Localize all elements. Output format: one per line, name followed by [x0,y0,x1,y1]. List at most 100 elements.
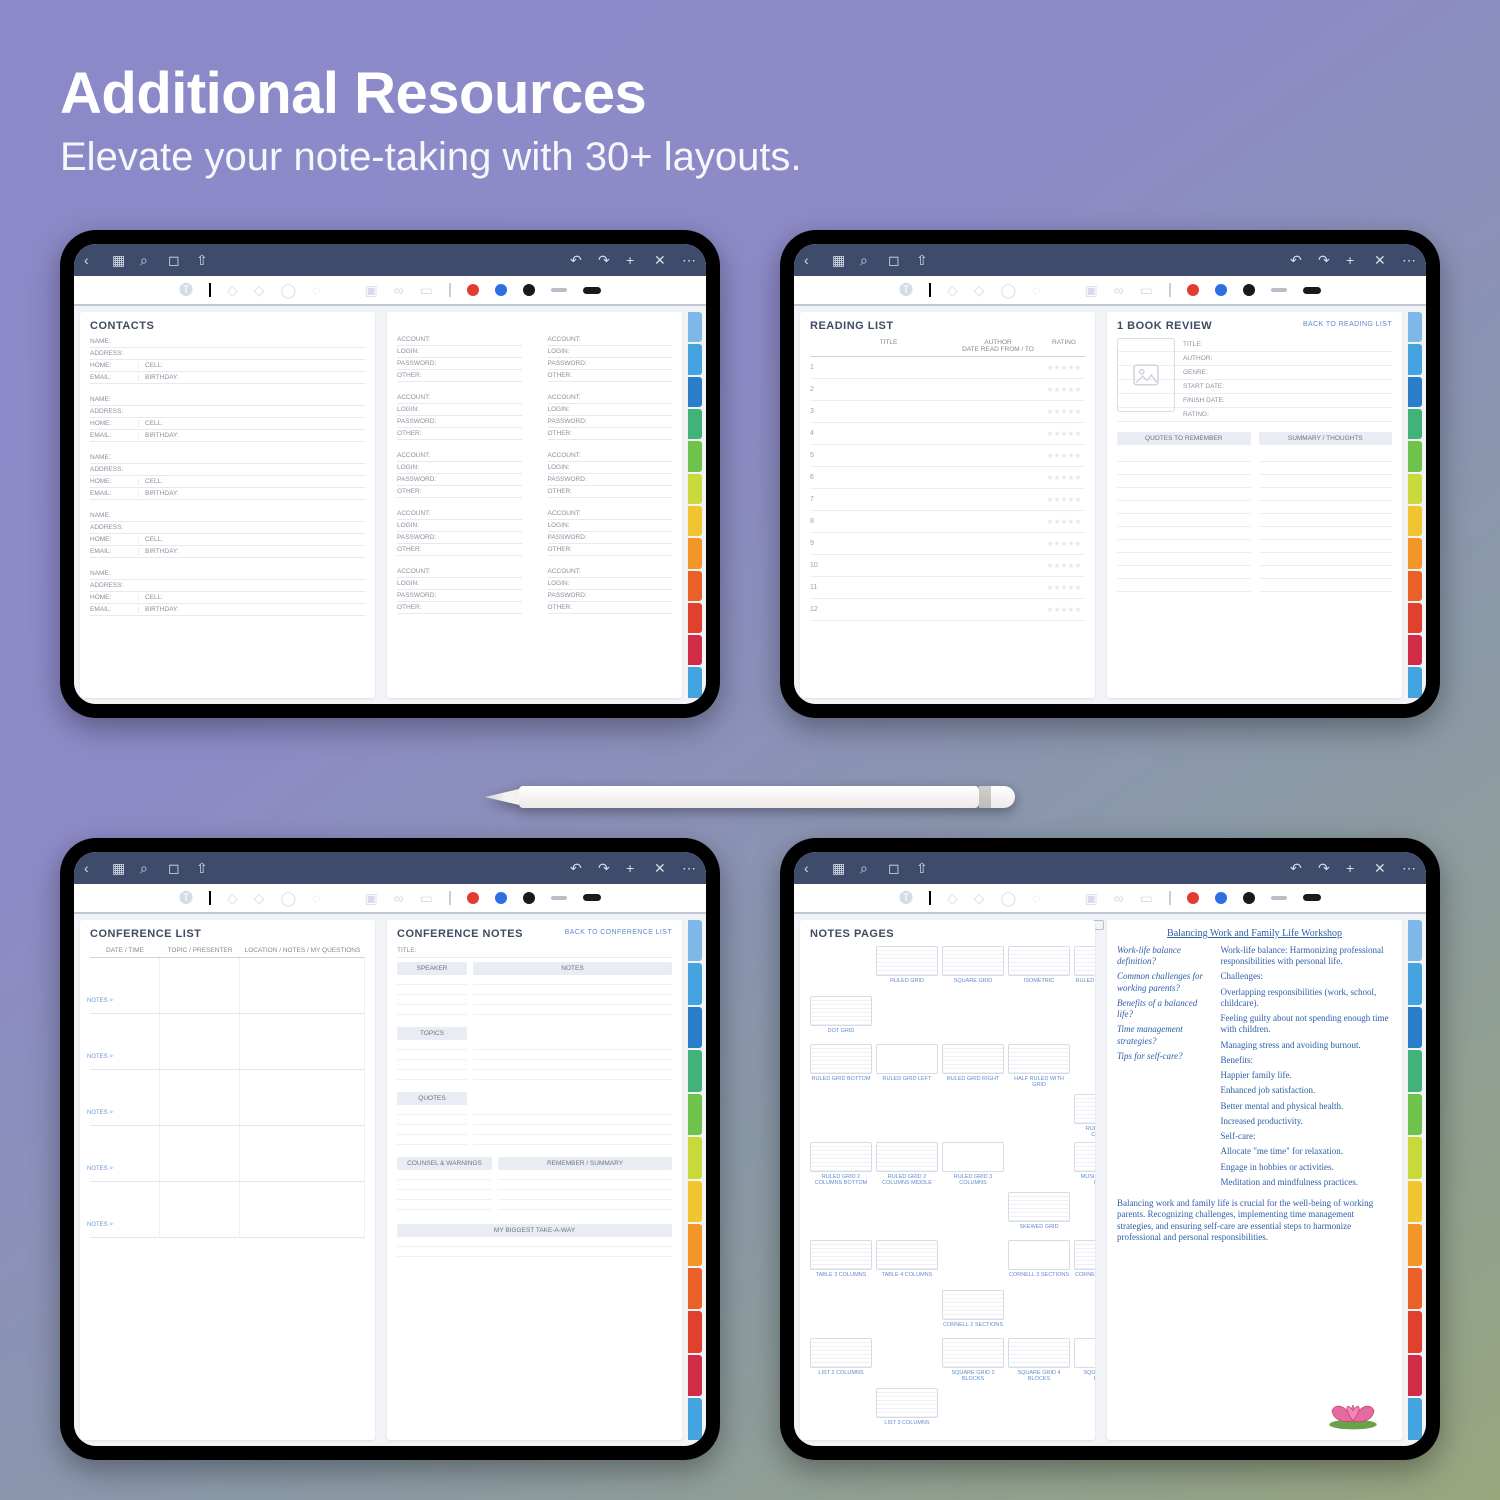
eraser-icon[interactable]: ◇ [227,283,238,297]
month-tab[interactable] [688,441,702,471]
close-icon[interactable]: ✕ [654,861,668,875]
notes-layout-thumb[interactable]: RULED GRID BOTTOM [810,1044,872,1138]
pen-tool-icon[interactable] [929,283,931,297]
month-tab[interactable] [688,1137,702,1179]
notes-layout-thumb[interactable]: SKEWED GRID [1008,1142,1070,1236]
bookmark-icon[interactable]: ◻ [168,253,182,267]
notes-link[interactable]: NOTES > [87,1166,113,1172]
shapes-icon[interactable]: ◯ [281,283,297,297]
camera-icon[interactable]: ▣ [1085,891,1098,905]
month-tab[interactable] [1408,1181,1422,1223]
month-tab[interactable] [688,344,702,374]
month-tab[interactable] [1408,667,1422,697]
back-icon[interactable]: ‹ [804,253,818,267]
notes-link[interactable]: NOTES > [87,998,113,1004]
month-tab[interactable] [688,1050,702,1092]
ruler-icon[interactable]: ▭ [1140,891,1153,905]
pen-tool-icon[interactable] [929,891,931,905]
redo-icon[interactable]: ↷ [598,253,612,267]
reading-list-row[interactable]: 3 [810,401,1085,423]
search-icon[interactable]: ⌕ [140,253,154,267]
color-black[interactable] [1243,284,1255,296]
grid-icon[interactable]: ▦ [112,861,126,875]
reading-list-row[interactable]: 8 [810,511,1085,533]
stroke-thick[interactable] [583,894,601,901]
reading-list-row[interactable]: 12 [810,599,1085,621]
redo-icon[interactable]: ↷ [1318,253,1332,267]
month-tab[interactable] [1408,635,1422,665]
color-red[interactable] [1187,284,1199,296]
notes-layout-thumb[interactable]: SQUARE GRID 2 BLOCKS [942,1338,1004,1432]
reading-list-row[interactable]: 5 [810,445,1085,467]
color-black[interactable] [523,284,535,296]
link-icon[interactable]: ∞ [394,283,404,297]
notes-layout-thumb[interactable]: LIST 2 COLUMNS [810,1338,872,1432]
notes-layout-thumb[interactable]: RULED GRID [876,946,938,1040]
eraser-icon[interactable]: ◇ [227,891,238,905]
month-tab[interactable] [688,377,702,407]
text-tool-icon[interactable]: 🅣 [179,891,193,905]
add-icon[interactable]: + [1346,253,1360,267]
more-icon[interactable]: ⋯ [1402,861,1416,875]
stroke-thick[interactable] [583,287,601,294]
notes-layout-thumb[interactable]: RULED GRID BOTTOM [1074,946,1095,1040]
share-icon[interactable]: ⇧ [196,861,210,875]
month-tab[interactable] [1408,1137,1422,1179]
undo-icon[interactable]: ↶ [570,861,584,875]
color-red[interactable] [1187,892,1199,904]
color-red[interactable] [467,892,479,904]
month-tab[interactable] [1408,963,1422,1005]
month-tab[interactable] [688,603,702,633]
notes-layout-thumb[interactable]: TABLE 4 COLUMNS [876,1240,938,1334]
more-icon[interactable]: ⋯ [682,253,696,267]
undo-icon[interactable]: ↶ [570,253,584,267]
highlighter-icon[interactable]: ◇ [254,283,265,297]
reading-list-row[interactable]: 11 [810,577,1085,599]
pen-tool-icon[interactable] [209,283,211,297]
more-icon[interactable]: ⋯ [682,861,696,875]
stroke-thin[interactable] [1271,896,1287,900]
add-icon[interactable]: + [626,861,640,875]
month-tab[interactable] [688,963,702,1005]
share-icon[interactable]: ⇧ [196,253,210,267]
month-tab[interactable] [1408,538,1422,568]
grid-icon[interactable]: ▦ [112,253,126,267]
close-icon[interactable]: ✕ [1374,253,1388,267]
month-tab[interactable] [688,1094,702,1136]
month-tab[interactable] [1408,344,1422,374]
reading-list-row[interactable]: 7 [810,489,1085,511]
month-tab[interactable] [1408,571,1422,601]
month-tab[interactable] [1408,1268,1422,1310]
color-blue[interactable] [495,284,507,296]
notes-layout-thumb[interactable]: RULED GRID RIGHT [942,1044,1004,1138]
stroke-thick[interactable] [1303,287,1321,294]
color-black[interactable] [1243,892,1255,904]
bookmark-icon[interactable]: ◻ [888,861,902,875]
ruler-icon[interactable]: ▭ [420,891,433,905]
eraser-icon[interactable]: ◇ [947,283,958,297]
month-tab[interactable] [1408,1094,1422,1136]
month-tab[interactable] [688,1355,702,1397]
stroke-thin[interactable] [551,896,567,900]
text-tool-icon[interactable]: 🅣 [899,283,913,297]
close-icon[interactable]: ✕ [654,253,668,267]
ruler-icon[interactable]: ▭ [420,283,433,297]
share-icon[interactable]: ⇧ [916,253,930,267]
notes-layout-thumb[interactable]: SQUARE GRID 6 BLOCKS [1074,1338,1095,1432]
month-tab[interactable] [688,1007,702,1049]
notes-layout-thumb[interactable]: CORNELL 3 SECTIONS [1008,1240,1070,1334]
month-tab[interactable] [1408,1007,1422,1049]
more-icon[interactable]: ⋯ [1402,253,1416,267]
stroke-thin[interactable] [1271,288,1287,292]
month-tab[interactable] [688,667,702,697]
month-tab[interactable] [688,920,702,962]
color-blue[interactable] [495,892,507,904]
highlighter-icon[interactable]: ◇ [254,891,265,905]
back-icon[interactable]: ‹ [804,861,818,875]
notes-layout-thumb[interactable]: RULED GRID 2 COLUMNS MIDDLE [876,1142,938,1236]
notes-layout-thumb[interactable]: RULED GRID 2 COLUMNS [1074,1044,1095,1138]
highlighter-icon[interactable]: ◇ [974,891,985,905]
notes-link[interactable]: NOTES > [87,1222,113,1228]
notes-layout-thumb[interactable]: CORNELL 4 SECTIONS [1074,1240,1095,1334]
search-icon[interactable]: ⌕ [860,253,874,267]
